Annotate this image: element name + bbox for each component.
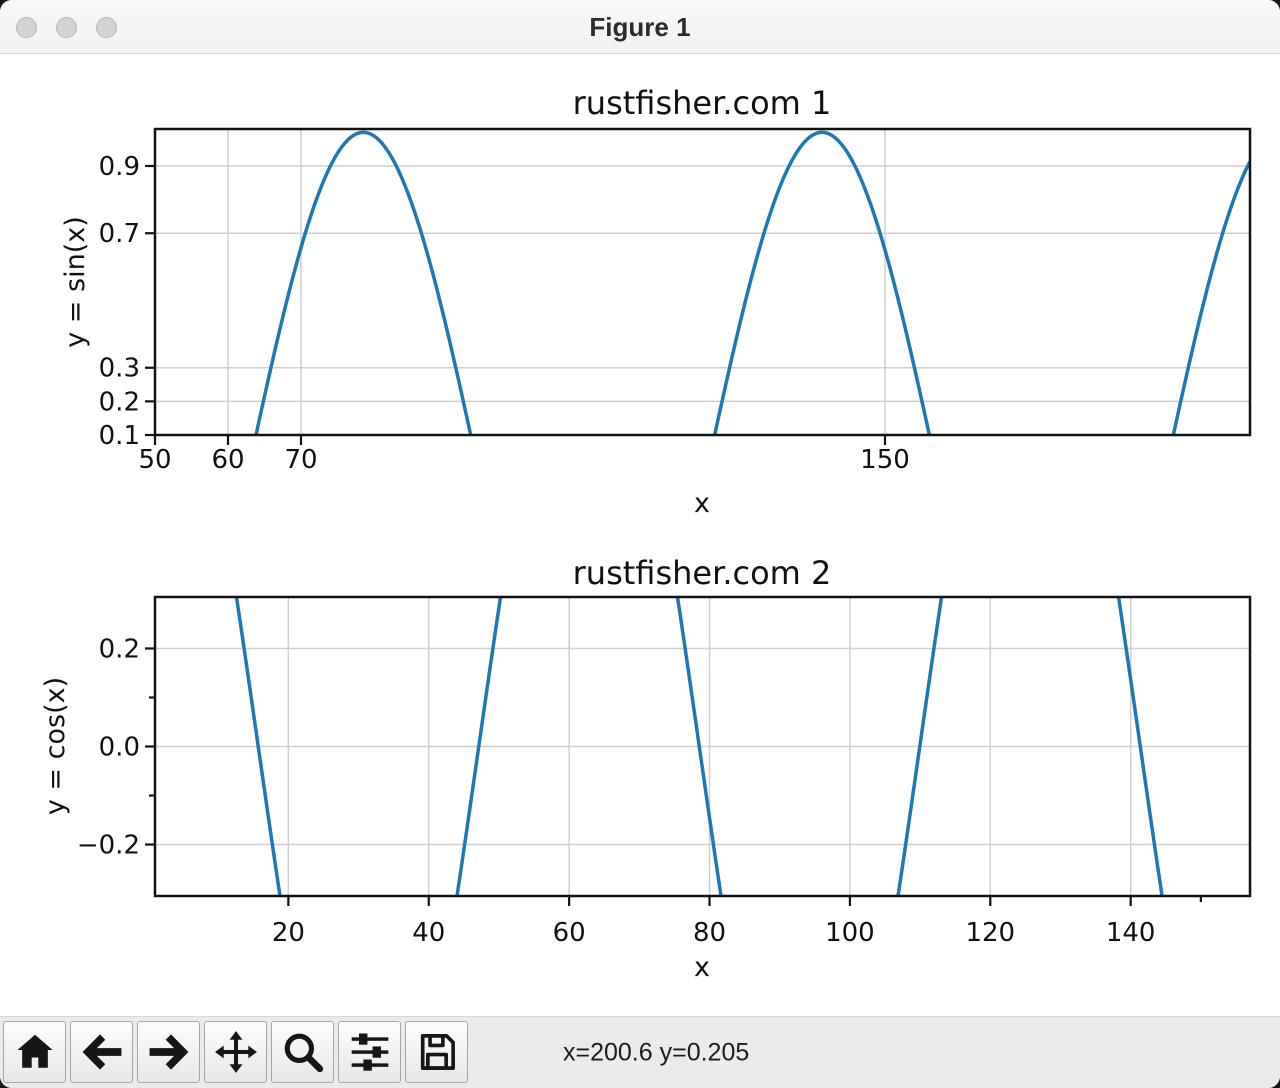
x-tick-label: 120 — [965, 918, 1015, 948]
figure-canvas: 50 60 70 150 0.1 0.2 0.3 0.7 0.9 rustfisher.com 1… — [0, 54, 1280, 1016]
x-tick-label: 150 — [860, 445, 910, 475]
y-tick-label: 0.9 — [99, 152, 140, 182]
sliders-icon — [351, 1033, 388, 1071]
y-axis-label: y = cos(x) — [40, 677, 71, 815]
figure-window: Figure 1 50 60 70 150 0.1 0.2 0.3 0.7 0.9 rustfis… — [0, 0, 1280, 1088]
y-tick-label: 0.7 — [99, 219, 140, 249]
x-tick-label: 80 — [693, 918, 726, 948]
y-tick-label: 0.0 — [99, 733, 140, 763]
y-tick-label: 0.3 — [99, 354, 140, 384]
x-axis-label: x — [694, 488, 710, 519]
titlebar: Figure 1 — [0, 0, 1280, 54]
chart-title: rustfisher.com 2 — [573, 554, 832, 592]
y-tick-label: 0.1 — [99, 421, 140, 451]
toolbar-button-pan[interactable] — [204, 1021, 267, 1083]
y-tick-label: −0.2 — [77, 831, 140, 861]
x-tick-label: 60 — [211, 445, 244, 475]
floppy-disk-icon — [420, 1034, 455, 1070]
chart-title: rustfisher.com 1 — [573, 84, 832, 122]
move-cross-icon — [214, 1031, 257, 1073]
plot-area[interactable] — [155, 129, 1250, 435]
plots-svg: 50 60 70 1500.10.20.30.70.9rustfisher.com 1… — [40, 84, 1252, 983]
x-tick-label: 20 — [272, 918, 305, 948]
toolbar-buttons — [3, 1021, 468, 1083]
toolbar: x=200.6 y=0.205 — [0, 1016, 1280, 1088]
arrow-left-icon — [82, 1034, 121, 1070]
x-tick-label: 60 — [553, 918, 586, 948]
magnifier-icon — [284, 1033, 323, 1073]
window-title: Figure 1 — [589, 12, 691, 42]
y-axis-label: y = sin(x) — [60, 216, 91, 348]
home-icon — [16, 1034, 53, 1068]
x-tick-label: 100 — [825, 918, 875, 948]
x-tick-label: 70 — [284, 445, 317, 475]
toolbar-button-back[interactable] — [70, 1021, 133, 1083]
x-tick-label: 40 — [412, 918, 445, 948]
toolbar-button-save[interactable] — [405, 1021, 468, 1083]
x-tick-label: 140 — [1106, 918, 1156, 948]
y-tick-label: 0.2 — [99, 387, 140, 417]
x-axis-label: x — [694, 952, 710, 983]
x-tick-label: 50 — [138, 445, 171, 475]
y-tick-label: 0.2 — [99, 634, 140, 664]
toolbar-button-subplots[interactable] — [338, 1021, 401, 1083]
toolbar-button-zoom[interactable] — [271, 1021, 334, 1083]
cursor-status: x=200.6 y=0.205 — [563, 1038, 750, 1066]
toolbar-button-forward[interactable] — [137, 1021, 200, 1083]
arrow-right-icon — [149, 1034, 188, 1070]
toolbar-button-home[interactable] — [3, 1021, 66, 1083]
